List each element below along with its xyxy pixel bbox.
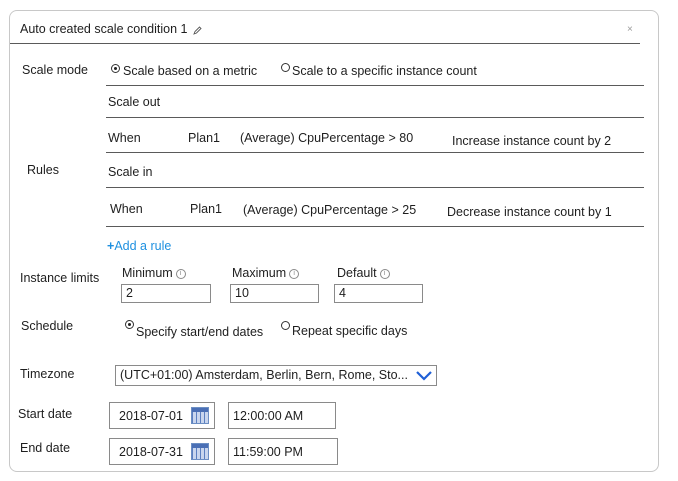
header-divider xyxy=(10,43,640,44)
rule-action: Decrease instance count by 1 xyxy=(447,205,612,219)
scale-out-divider xyxy=(106,117,644,118)
add-rule-label: Add a rule xyxy=(114,239,172,253)
end-date-input[interactable]: 2018-07-31 xyxy=(109,438,215,465)
default-input[interactable]: 4 xyxy=(334,284,423,303)
scale-in-divider xyxy=(106,187,644,188)
scale-out-title: Scale out xyxy=(108,95,161,109)
chevron-down-icon xyxy=(416,371,432,381)
edit-pencil-icon[interactable] xyxy=(193,26,202,35)
start-date-input[interactable]: 2018-07-01 xyxy=(109,402,215,429)
rule-action: Increase instance count by 2 xyxy=(452,134,612,148)
scale-in-title: Scale in xyxy=(108,165,153,179)
rule-when: When xyxy=(108,131,141,145)
start-time-input[interactable]: 12:00:00 AM xyxy=(228,402,336,429)
rule-resource: Plan1 xyxy=(188,131,220,145)
specify-dates-radio[interactable] xyxy=(125,320,134,329)
info-icon[interactable]: i xyxy=(175,268,186,279)
end-date-label: End date xyxy=(20,441,71,455)
specify-dates-option-label[interactable]: Specify start/end dates xyxy=(136,325,263,339)
rule-condition: (Average) CpuPercentage > 25 xyxy=(243,203,417,217)
calendar-icon[interactable] xyxy=(191,407,209,424)
default-label: Default i xyxy=(337,266,390,280)
info-icon[interactable]: i xyxy=(289,268,300,279)
scale-count-radio[interactable] xyxy=(281,63,290,72)
maximum-input[interactable]: 10 xyxy=(230,284,319,303)
scale-out-row-divider xyxy=(106,152,644,153)
maximum-label: Maximum i xyxy=(232,266,300,280)
timezone-label: Timezone xyxy=(20,367,75,381)
scale-mode-label: Scale mode xyxy=(22,63,89,77)
timezone-select[interactable]: (UTC+01:00) Amsterdam, Berlin, Bern, Rom… xyxy=(115,365,437,386)
start-date-label: Start date xyxy=(18,407,73,421)
minimum-input[interactable]: 2 xyxy=(121,284,211,303)
end-time-input[interactable]: 11:59:00 PM xyxy=(228,438,338,465)
scale-condition-card: Auto created scale condition 1 × Scale m… xyxy=(9,10,659,472)
scale-metric-radio[interactable] xyxy=(111,64,120,73)
rule-when: When xyxy=(110,202,143,216)
rule-condition: (Average) CpuPercentage > 80 xyxy=(240,131,414,145)
repeat-days-radio[interactable] xyxy=(281,321,290,330)
scale-in-row-divider xyxy=(106,226,644,227)
instance-limits-label: Instance limits xyxy=(20,271,100,285)
condition-title[interactable]: Auto created scale condition 1 xyxy=(20,22,202,36)
rules-label: Rules xyxy=(27,163,59,177)
calendar-icon[interactable] xyxy=(191,443,209,460)
scale-count-option-label[interactable]: Scale to a specific instance count xyxy=(292,64,477,78)
close-icon[interactable]: × xyxy=(627,24,633,35)
add-rule-link[interactable]: +Add a rule xyxy=(107,239,171,253)
info-icon[interactable]: i xyxy=(379,268,390,279)
scale-metric-option-label[interactable]: Scale based on a metric xyxy=(123,64,257,78)
schedule-label: Schedule xyxy=(21,319,74,333)
scale-mode-divider xyxy=(106,85,644,86)
repeat-days-option-label[interactable]: Repeat specific days xyxy=(292,324,407,338)
rule-resource: Plan1 xyxy=(190,202,222,216)
minimum-label: Minimum i xyxy=(122,266,186,280)
